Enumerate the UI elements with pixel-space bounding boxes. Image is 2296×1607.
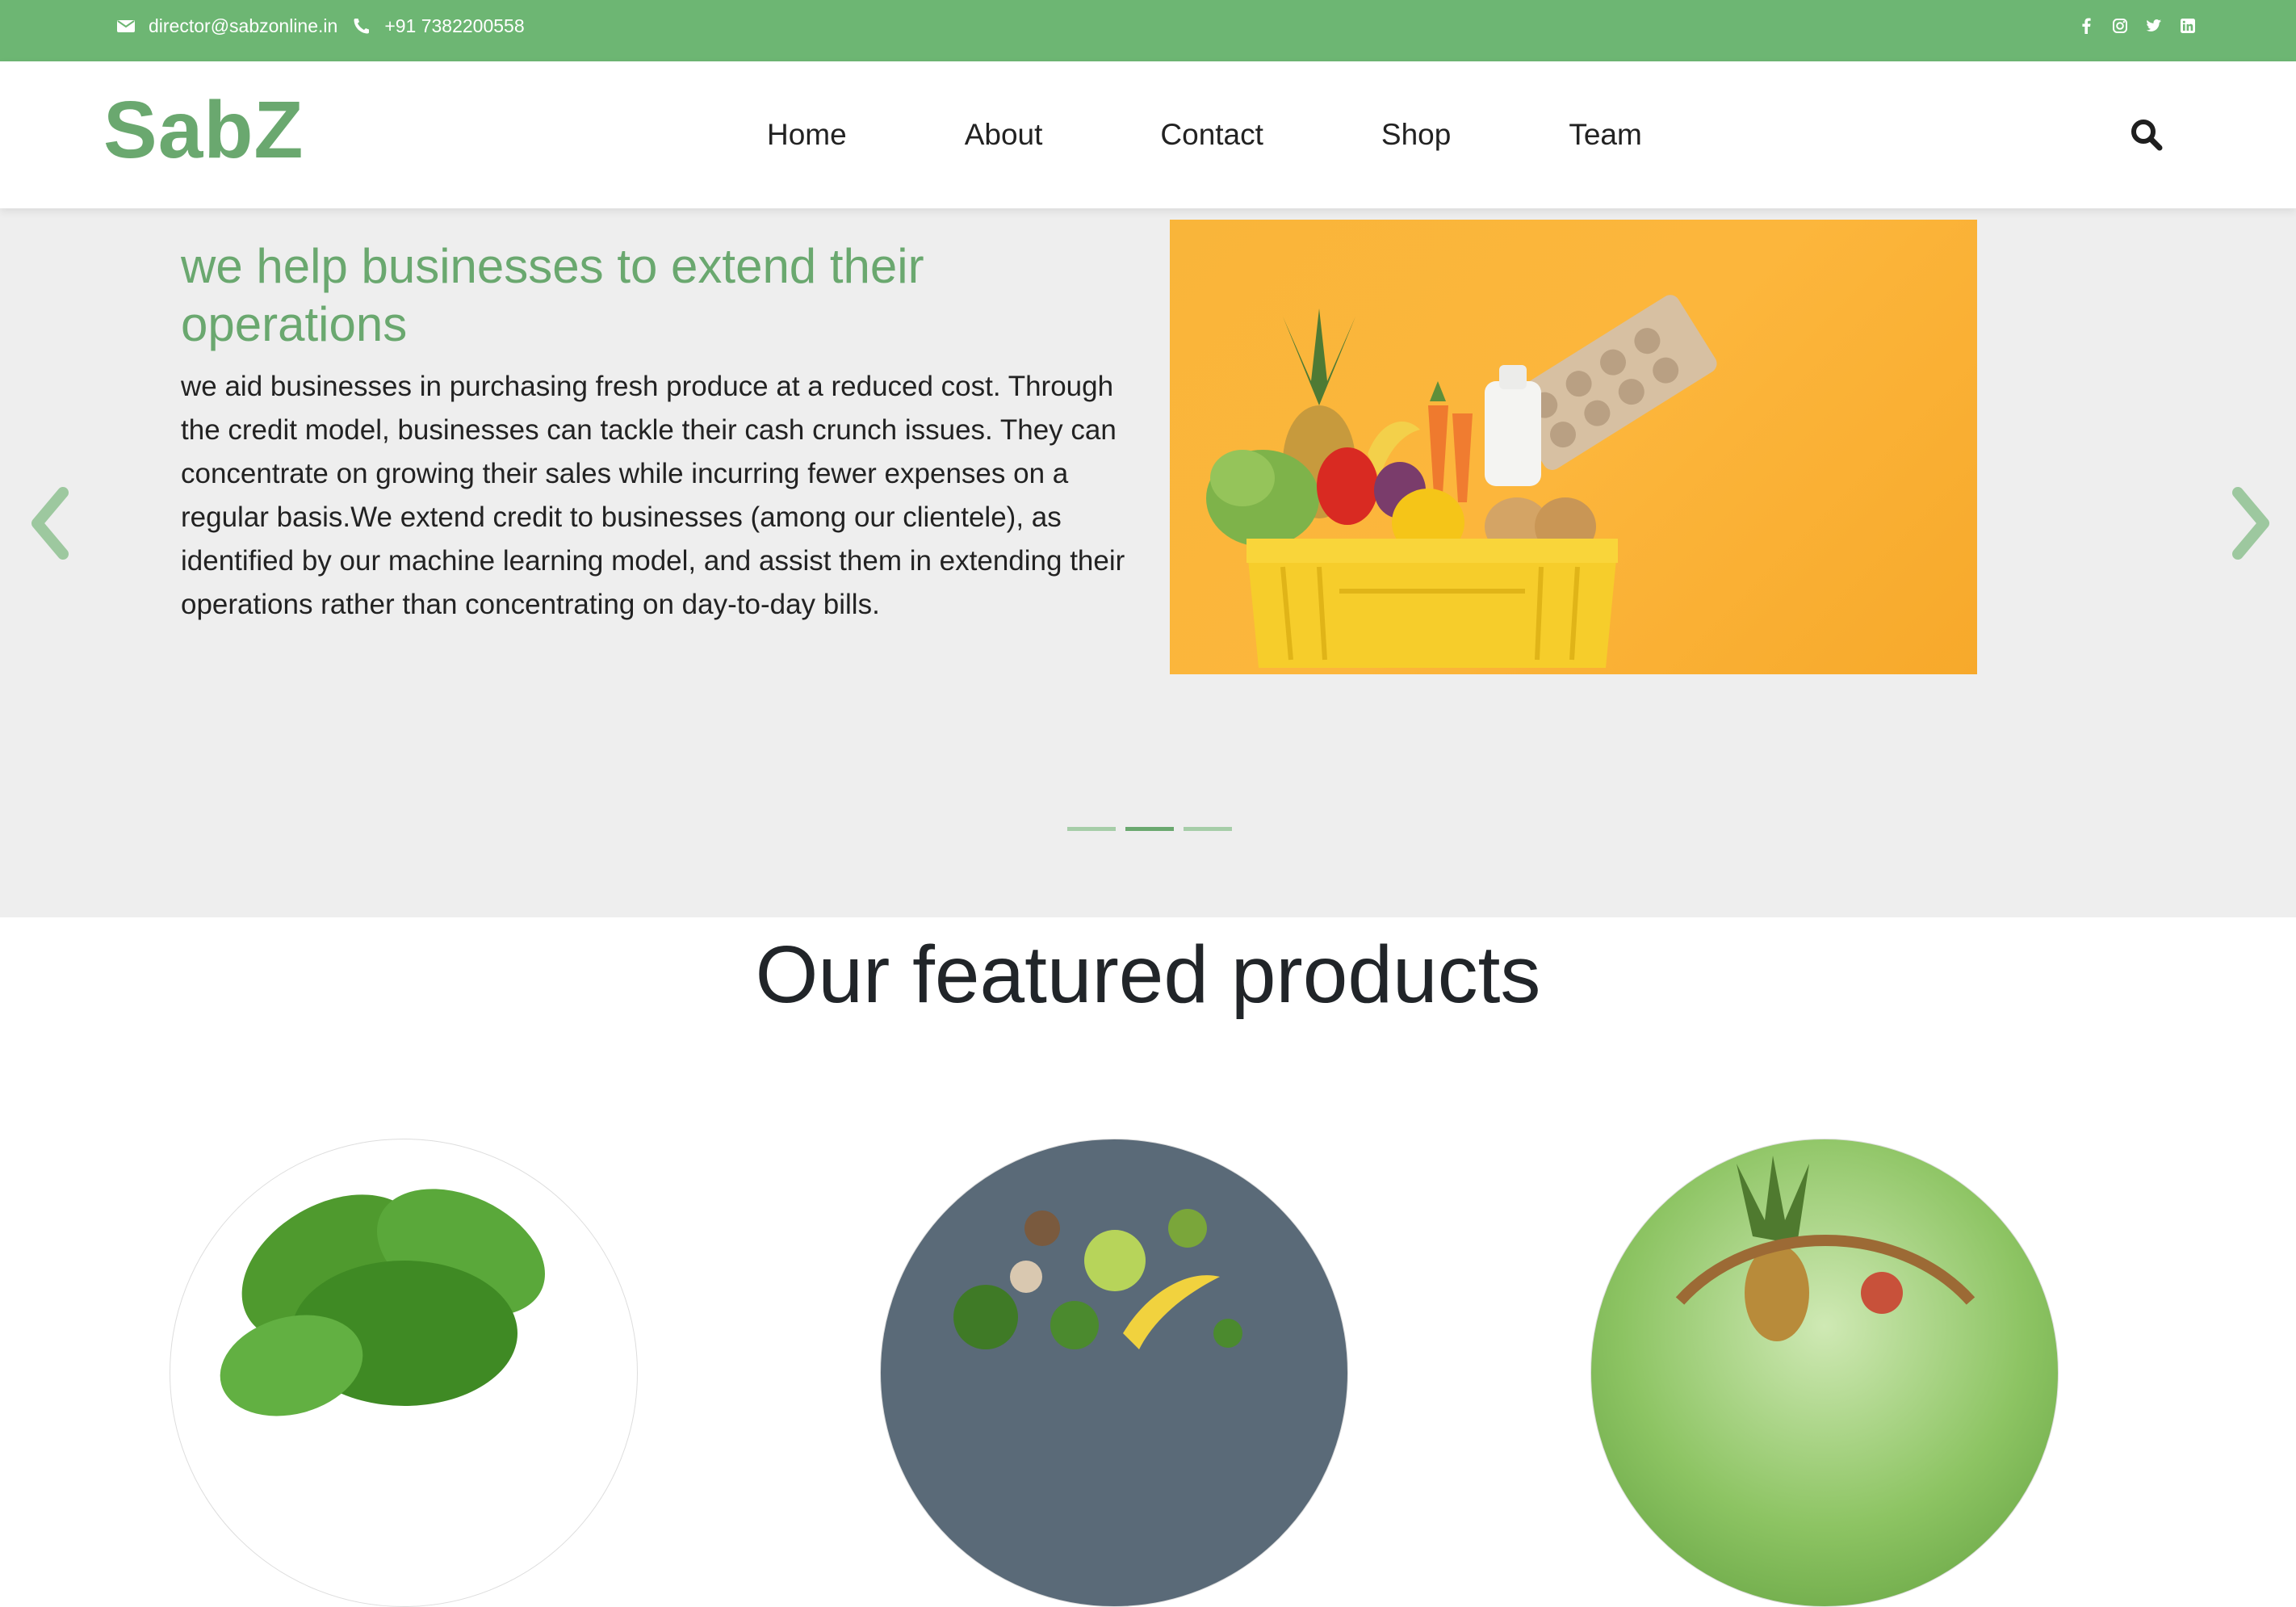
search-icon[interactable] [2130,118,2164,152]
nav-contact[interactable]: Contact [1160,118,1263,152]
featured-products-heading: Our featured products [755,929,1541,1020]
top-bar: director@sabzonline.in +91 7382200558 [0,0,2296,61]
twitter-icon[interactable] [2146,18,2162,34]
contact-info: director@sabzonline.in +91 7382200558 [116,0,539,52]
carousel-dot-1[interactable] [1067,827,1116,831]
instagram-icon[interactable] [2112,18,2128,34]
nav-about[interactable]: About [965,118,1043,152]
envelope-icon [116,16,136,36]
chevron-left-icon[interactable] [23,483,79,564]
site-header: SabZ Home About Contact Shop Team [0,61,2296,208]
phone-link[interactable]: +91 7382200558 [384,15,524,37]
site-logo[interactable]: SabZ [103,84,304,177]
email-link[interactable]: director@sabzonline.in [149,15,337,37]
nav-shop[interactable]: Shop [1381,118,1451,152]
social-links [2078,0,2196,52]
nav-home[interactable]: Home [767,118,847,152]
hero-carousel: we help businesses to extend their opera… [0,208,2296,917]
nav-team[interactable]: Team [1569,118,1641,152]
assorted-vegetables-image[interactable] [880,1139,1348,1607]
phone-icon [352,16,371,36]
main-nav: Home About Contact Shop Team [767,61,1760,208]
carousel-dot-2[interactable] [1125,827,1174,831]
carousel-indicators [1067,827,1232,831]
linkedin-icon[interactable] [2180,18,2196,34]
chevron-right-icon[interactable] [2222,483,2278,564]
carousel-dot-3[interactable] [1184,827,1232,831]
hero-description: we aid businesses in purchasing fresh pr… [181,371,1125,620]
facebook-icon[interactable] [2078,18,2094,34]
fruit-basket-image[interactable] [1590,1139,2059,1607]
leafy-greens-image[interactable] [170,1139,638,1607]
hero-title: we help businesses to extend their opera… [181,239,924,351]
grocery-crate-image [1170,220,1977,674]
